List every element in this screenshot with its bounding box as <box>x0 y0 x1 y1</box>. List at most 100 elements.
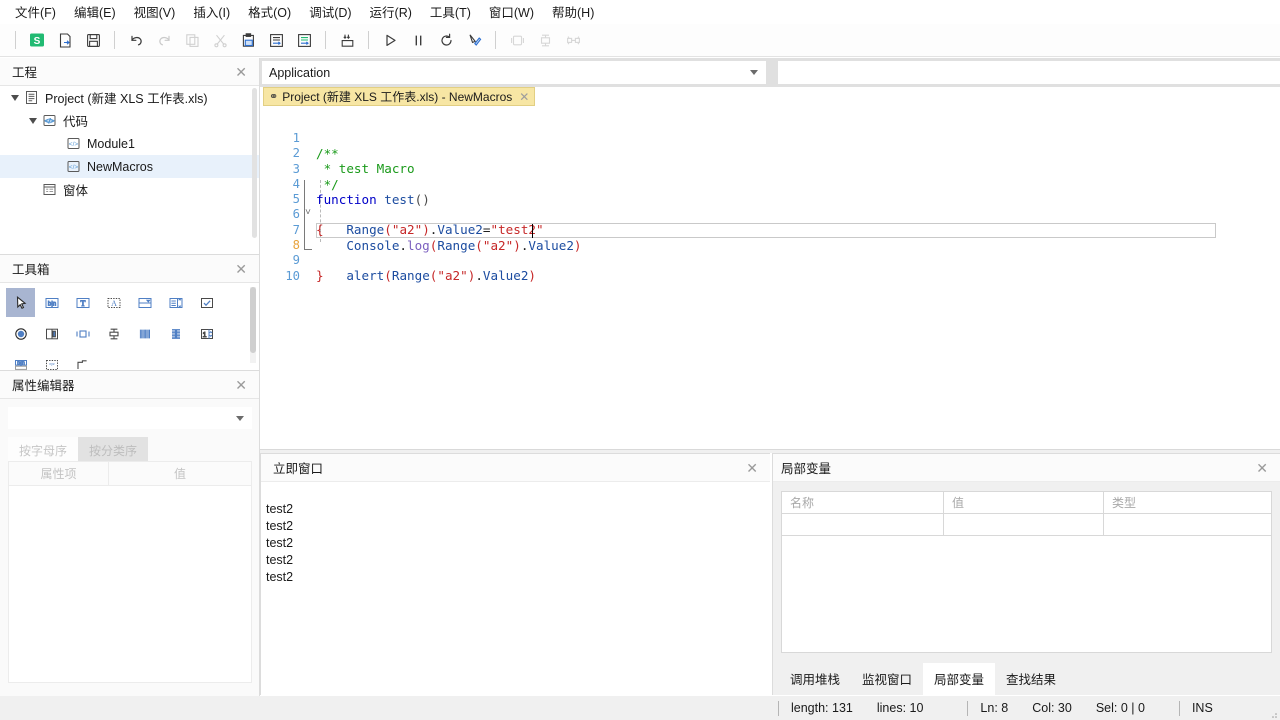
tab-find-results[interactable]: 查找结果 <box>995 663 1067 695</box>
code-line-current: 8 alert(Range("a2").Value2) <box>260 223 1280 283</box>
table-row[interactable] <box>782 514 1271 536</box>
copy-icon[interactable] <box>180 28 204 52</box>
project-icon <box>24 90 39 105</box>
pointer-tool-icon[interactable] <box>6 288 35 317</box>
window-resize-grip[interactable] <box>1268 708 1278 718</box>
spinbutton-tool-icon[interactable]: 1 <box>192 319 221 348</box>
tabstrip-tool-icon[interactable] <box>130 319 159 348</box>
close-icon[interactable]: ✕ <box>1252 459 1272 477</box>
menu-format[interactable]: 格式(O) <box>239 0 300 24</box>
pin-icon[interactable]: ⚭ <box>269 90 278 103</box>
commandbutton-tool-icon[interactable] <box>99 319 128 348</box>
procedure-dropdown[interactable] <box>778 61 1280 84</box>
immediate-window-output[interactable]: test2 test2 test2 test2 test2 <box>261 483 770 695</box>
code-line: 10 <box>260 254 1280 283</box>
export-icon[interactable] <box>53 28 77 52</box>
locals-window: 局部变量 ✕ 名称 值 类型 调用堆栈 监视窗口 局部变量 查找结果 <box>772 453 1280 695</box>
code-line: 6 Range("a2").Value2="test2" <box>260 192 1280 237</box>
tab-call-stack[interactable]: 调用堆栈 <box>779 663 851 695</box>
close-icon[interactable]: ✕ <box>231 63 251 81</box>
project-scrollbar[interactable] <box>251 88 258 248</box>
cell-type <box>1104 514 1271 535</box>
menu-bar: 文件(F) 编辑(E) 视图(V) 插入(I) 格式(O) 调试(D) 运行(R… <box>0 0 1280 24</box>
cell-value <box>944 514 1104 535</box>
textbox-tool-icon[interactable]: T <box>68 288 97 317</box>
tree-item-code[interactable]: </> 代码 <box>0 109 259 132</box>
menu-view[interactable]: 视图(V) <box>125 0 185 24</box>
insert-breakpoint-icon[interactable] <box>335 28 359 52</box>
svg-text:T: T <box>80 299 85 308</box>
object-browser-icon[interactable] <box>561 28 585 52</box>
code-canvas[interactable]: 1 /** 2 * test Macro 3 */ 4 function tes… <box>260 106 1280 453</box>
multipage-tool-icon[interactable] <box>161 319 190 348</box>
menu-edit[interactable]: 编辑(E) <box>65 0 125 24</box>
menu-tools[interactable]: 工具(T) <box>421 0 480 24</box>
editor-tab-label: Project (新建 XLS 工作表.xls) - NewMacros <box>282 90 513 104</box>
column-header-value: 值 <box>944 492 1104 513</box>
editor-tab-newmacros[interactable]: ⚭ Project (新建 XLS 工作表.xls) - NewMacros ✕ <box>263 87 536 106</box>
chevron-down-icon[interactable] <box>6 94 24 101</box>
tree-item-label: Module1 <box>87 136 135 151</box>
toolbar-divider <box>325 31 326 49</box>
tree-item-module1[interactable]: </> Module1 <box>0 132 259 155</box>
status-ln: Ln: 8 <box>980 701 1009 715</box>
design-mode-icon[interactable] <box>462 28 486 52</box>
cut-icon[interactable] <box>208 28 232 52</box>
module-icon: </> <box>66 136 81 151</box>
undo-icon[interactable] <box>124 28 148 52</box>
menu-run[interactable]: 运行(R) <box>361 0 421 24</box>
label-tool-icon[interactable]: b|n <box>37 288 66 317</box>
editor-dropdown-row: Application <box>260 58 1280 87</box>
chevron-down-icon[interactable] <box>24 117 42 124</box>
tree-item-forms[interactable]: 窗体 <box>0 178 259 201</box>
tree-item-project[interactable]: Project (新建 XLS 工作表.xls) <box>0 86 259 109</box>
editor-tabstrip: ⚭ Project (新建 XLS 工作表.xls) - NewMacros ✕ <box>260 87 1280 106</box>
menu-file[interactable]: 文件(F) <box>6 0 65 24</box>
paste-icon[interactable] <box>236 28 260 52</box>
pause-icon[interactable] <box>406 28 430 52</box>
project-explorer-icon[interactable] <box>505 28 529 52</box>
optionbutton-tool-icon[interactable] <box>6 319 35 348</box>
line-number: 10 <box>285 268 300 283</box>
outdent-icon[interactable] <box>292 28 316 52</box>
indent-icon[interactable] <box>264 28 288 52</box>
richtext-tool-icon[interactable]: A <box>99 288 128 317</box>
close-icon[interactable]: ✕ <box>519 90 529 104</box>
project-panel-header: 工程 ✕ <box>0 58 259 86</box>
listbox-tool-icon[interactable] <box>161 288 190 317</box>
redo-icon[interactable] <box>152 28 176 52</box>
menu-insert[interactable]: 插入(I) <box>184 0 239 24</box>
run-icon[interactable] <box>378 28 402 52</box>
close-icon[interactable]: ✕ <box>742 459 762 477</box>
menu-window[interactable]: 窗口(W) <box>480 0 543 24</box>
object-dropdown[interactable]: Application <box>262 61 766 84</box>
toolbox-panel-header: 工具箱 ✕ <box>0 255 259 283</box>
project-panel: 工程 ✕ Project (新建 XLS 工作表.xls) </> 代码 </>… <box>0 58 260 254</box>
save-icon[interactable] <box>81 28 105 52</box>
menu-debug[interactable]: 调试(D) <box>300 0 360 24</box>
close-icon[interactable]: ✕ <box>231 376 251 394</box>
svg-text:S: S <box>34 36 41 47</box>
toolbox-scrollbar[interactable] <box>250 287 256 363</box>
menu-help[interactable]: 帮助(H) <box>543 0 603 24</box>
combobox-tool-icon[interactable] <box>130 288 159 317</box>
tree-item-newmacros[interactable]: </> NewMacros <box>0 155 259 178</box>
togglebutton-tool-icon[interactable] <box>37 319 66 348</box>
immediate-window-header: 立即窗口 ✕ <box>261 454 770 482</box>
properties-window-icon[interactable] <box>533 28 557 52</box>
reset-icon[interactable] <box>434 28 458 52</box>
checkbox-tool-icon[interactable] <box>192 288 221 317</box>
tab-locals[interactable]: 局部变量 <box>923 663 996 695</box>
code-line: 1 /** <box>260 116 1280 161</box>
close-icon[interactable]: ✕ <box>231 260 251 278</box>
locals-window-title: 局部变量 <box>781 462 832 476</box>
tree-item-label: Project (新建 XLS 工作表.xls) <box>45 92 208 106</box>
locals-table[interactable]: 名称 值 类型 <box>781 491 1272 653</box>
tab-watch-window[interactable]: 监视窗口 <box>851 663 923 695</box>
excel-logo-icon[interactable]: S <box>25 28 49 52</box>
project-tree: Project (新建 XLS 工作表.xls) </> 代码 </> Modu… <box>0 86 259 254</box>
frame-tool-icon[interactable] <box>68 319 97 348</box>
output-line: test2 <box>266 570 294 584</box>
status-insert-mode: INS <box>1191 701 1213 715</box>
property-object-select[interactable] <box>8 407 252 429</box>
